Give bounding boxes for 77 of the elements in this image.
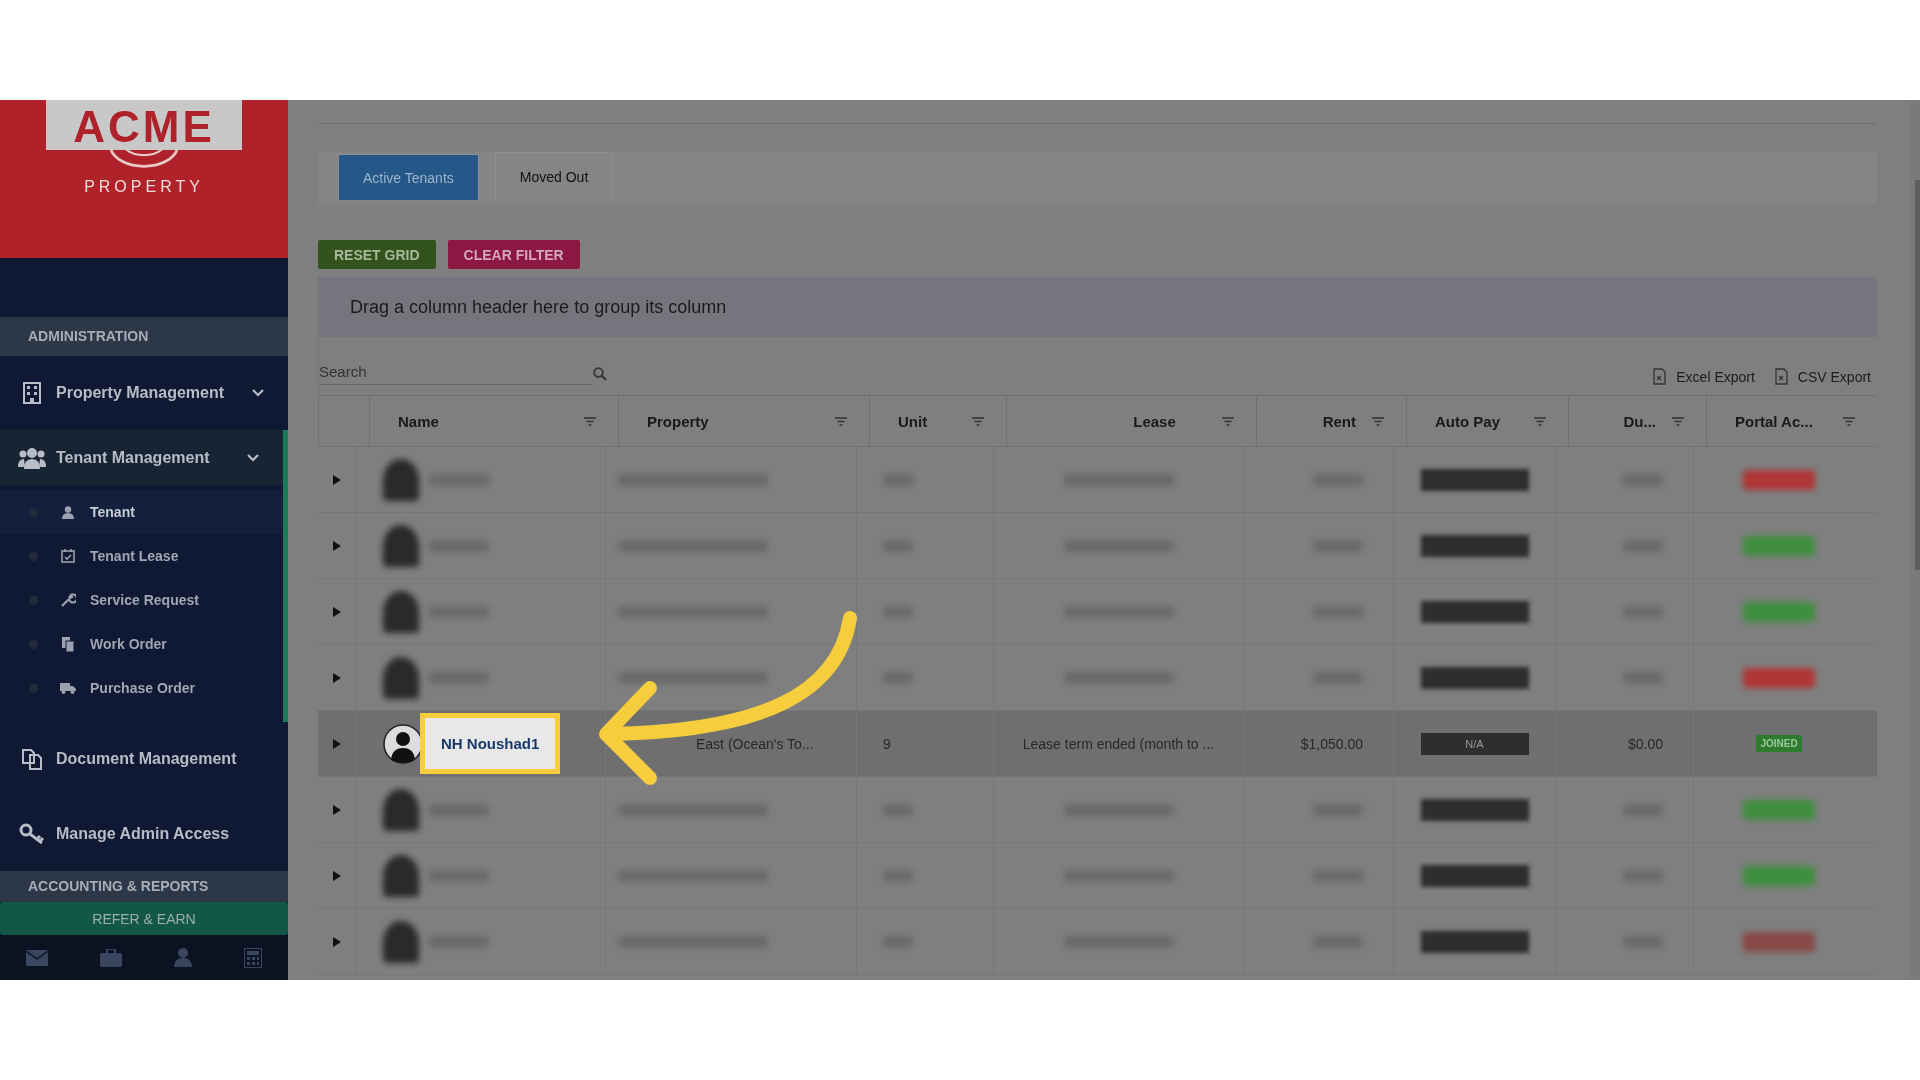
sidebar-submenu-item[interactable]: Purchase Order — [0, 666, 283, 711]
expand-arrow-icon[interactable] — [333, 870, 341, 881]
file-export-icon — [1653, 368, 1669, 385]
auto-pay-badge: N/A — [1420, 732, 1529, 755]
export-button[interactable]: Excel Export — [1653, 368, 1755, 385]
files-icon — [60, 636, 76, 652]
filter-icon[interactable] — [835, 416, 847, 426]
column-header[interactable]: Lease — [1133, 412, 1176, 430]
table-cell: $0.00 — [1627, 735, 1663, 752]
expand-arrow-icon[interactable] — [333, 606, 341, 617]
status-badge: JOINED — [1756, 735, 1802, 752]
section-header: ADMINISTRATION — [0, 316, 288, 356]
avatar-placeholder — [383, 458, 419, 501]
sidebar-submenu-item[interactable]: Service Request — [0, 578, 283, 623]
briefcase-icon[interactable] — [100, 948, 122, 967]
avatar-placeholder — [383, 788, 419, 831]
tab[interactable]: Moved Out — [494, 152, 614, 200]
person-icon — [60, 505, 76, 519]
filter-icon[interactable] — [1372, 416, 1384, 426]
filter-icon[interactable] — [1672, 416, 1684, 426]
filter-icon[interactable] — [1222, 416, 1234, 426]
expand-arrow-icon[interactable] — [333, 936, 341, 947]
section-header: ACCOUNTING & REPORTS — [0, 870, 288, 902]
group-panel-hint: Drag a column header here to group its column — [350, 296, 727, 318]
mail-icon[interactable] — [26, 949, 48, 966]
chevron-down-icon — [247, 454, 259, 463]
table-cell: 9 — [883, 735, 891, 752]
sidebar-menu-item[interactable]: Tenant Management — [0, 429, 288, 487]
export-button[interactable]: CSV Export — [1774, 368, 1871, 385]
clear-filter-button[interactable]: CLEAR FILTER — [447, 240, 580, 269]
refer-earn-button[interactable]: REFER & EARN — [0, 901, 288, 936]
column-header[interactable]: Property — [647, 412, 709, 430]
expand-arrow-icon[interactable] — [333, 738, 341, 749]
expand-arrow-icon[interactable] — [333, 474, 341, 485]
key-icon — [18, 822, 46, 845]
truck-icon — [60, 682, 76, 695]
chevron-down-icon — [252, 388, 264, 397]
filter-icon[interactable] — [1843, 416, 1855, 426]
column-header[interactable]: Auto Pay — [1435, 412, 1500, 430]
column-header[interactable]: Portal Ac... — [1735, 412, 1813, 430]
expand-arrow-icon[interactable] — [333, 540, 341, 551]
filter-icon[interactable] — [972, 416, 984, 426]
column-header[interactable]: Unit — [898, 412, 928, 430]
logo-subtitle: PROPERTY — [84, 178, 204, 196]
expand-arrow-icon[interactable] — [333, 672, 341, 683]
users-icon — [18, 447, 46, 470]
filter-icon[interactable] — [584, 416, 596, 426]
filter-icon[interactable] — [1534, 416, 1546, 426]
search-field[interactable]: Search — [319, 363, 593, 385]
avatar-placeholder — [383, 920, 419, 963]
table-cell: East (Ocean's To... — [696, 735, 814, 752]
reset-grid-button[interactable]: RESET GRID — [318, 240, 436, 269]
wrench-icon — [60, 593, 76, 608]
avatar-silhouette — [383, 723, 423, 764]
sidebar-menu-item[interactable]: Document Management — [0, 722, 288, 797]
logo-title: ACME — [73, 104, 215, 150]
sidebar-menu-item[interactable]: Manage Admin Access — [0, 796, 288, 871]
file-export-icon — [1774, 368, 1790, 385]
table-cell: Lease term ended (month to ... — [1022, 735, 1215, 752]
user-icon[interactable] — [174, 948, 192, 968]
search-icon — [593, 367, 607, 381]
sidebar-menu-item[interactable]: Property Management — [0, 355, 288, 430]
calculator-icon[interactable] — [244, 947, 262, 968]
table-cell: $1,050.00 — [1300, 735, 1363, 752]
sidebar-submenu-item[interactable]: Work Order — [0, 622, 283, 667]
sidebar-submenu-item[interactable]: Tenant — [0, 490, 283, 535]
tab[interactable]: Active Tenants — [338, 154, 479, 200]
avatar-placeholder — [383, 524, 419, 567]
calendar-check-icon — [60, 549, 76, 564]
column-header[interactable]: Rent — [1322, 412, 1356, 430]
column-header[interactable]: Du... — [1623, 412, 1656, 430]
avatar-placeholder — [383, 656, 419, 699]
avatar-placeholder — [383, 590, 419, 633]
column-header[interactable]: Name — [398, 412, 439, 430]
sidebar-submenu-item[interactable]: Tenant Lease — [0, 534, 283, 579]
avatar-placeholder — [383, 854, 419, 897]
expand-arrow-icon[interactable] — [333, 804, 341, 815]
